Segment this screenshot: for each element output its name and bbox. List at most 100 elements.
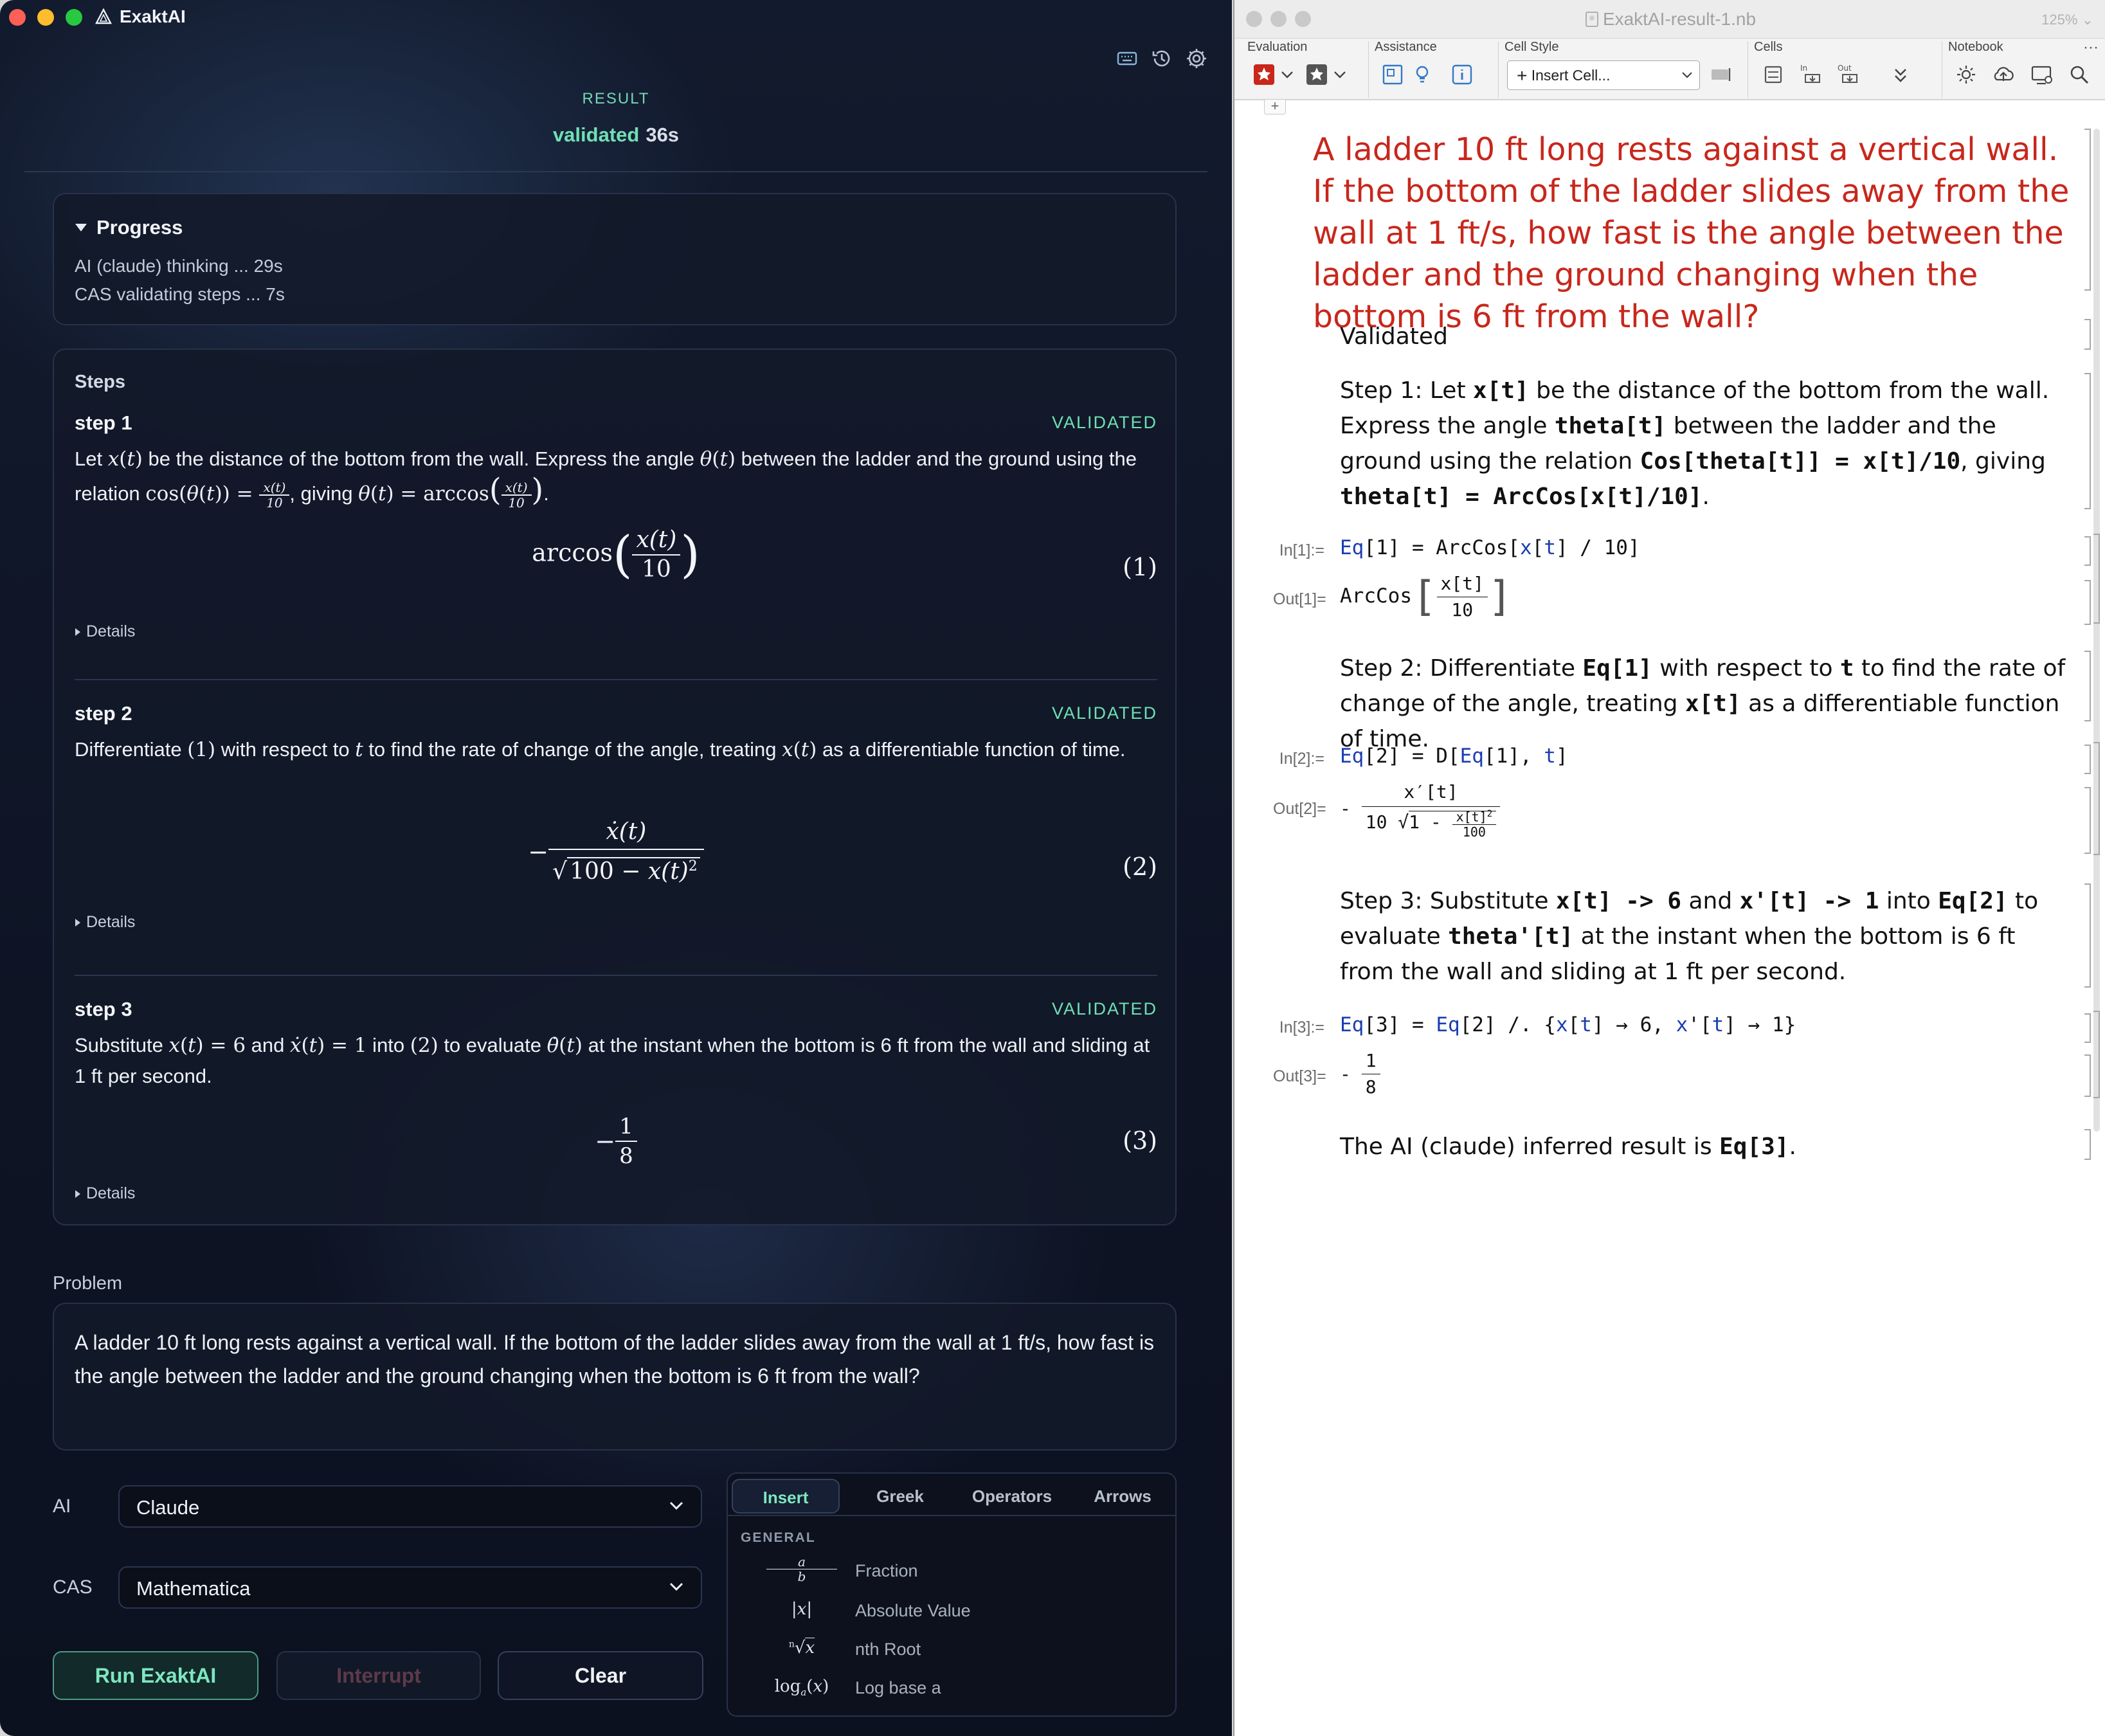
minimize-window-button[interactable]	[37, 9, 54, 26]
progress-line-ai: AI (claude) thinking ... 29s	[75, 256, 283, 276]
tabs-divider	[728, 1515, 1175, 1516]
keyboard-icon[interactable]	[1115, 46, 1139, 71]
interrupt-button[interactable]: Interrupt	[276, 1651, 481, 1700]
input-cell-1[interactable]: Eq[1] = ArcCos[x[t] / 10]	[1340, 536, 1640, 559]
details-label: Details	[86, 1184, 136, 1202]
chevron-down-icon	[669, 1501, 683, 1510]
cas-select[interactable]: Mathematica	[118, 1566, 702, 1609]
cell-bracket[interactable]	[2084, 1054, 2091, 1097]
step-description: Substitute x(t) = 6 and ẋ(t) = 1 into (2…	[75, 1034, 1150, 1087]
chevron-down-icon[interactable]	[1279, 62, 1295, 87]
cell-bracket[interactable]	[2084, 536, 2091, 566]
palette-item-fraction[interactable]: ab Fraction	[728, 1553, 1175, 1592]
palette-item-log-base[interactable]: loga(x) Log base a	[728, 1670, 1175, 1709]
input-cell-3[interactable]: Eq[3] = Eq[2] /. {x[t] → 6, x'[t] → 1}	[1340, 1013, 1796, 1036]
elapsed-time: 36s	[646, 123, 680, 146]
chevron-down-icon[interactable]	[1332, 62, 1348, 87]
cell-bracket[interactable]	[2084, 651, 2091, 721]
more-icon[interactable]: ···	[2083, 39, 2099, 57]
step-3-text-cell[interactable]: Step 3: Substitute x[t] -> 6 and x'[t] -…	[1340, 883, 2066, 990]
group-bracket[interactable]	[2093, 1011, 2100, 1098]
ai-select-value: Claude	[136, 1496, 200, 1519]
zoom-window-button[interactable]	[66, 9, 82, 26]
gear-icon[interactable]	[1184, 46, 1209, 71]
palette-item-label: Absolute Value	[855, 1601, 971, 1620]
cell-bracket[interactable]	[2084, 745, 2091, 774]
present-icon[interactable]	[2029, 62, 2055, 87]
cell-bracket[interactable]	[2084, 129, 2091, 291]
tab-arrows[interactable]: Arrows	[1072, 1479, 1173, 1514]
details-toggle[interactable]: Details	[75, 1184, 135, 1203]
output-cell-2: - x′[t] 10 √1 - x[t]2 100	[1340, 778, 1501, 839]
details-toggle[interactable]: Details	[75, 913, 135, 932]
input-cell-2[interactable]: Eq[2] = D[Eq[1], t]	[1340, 745, 1568, 768]
group-bracket[interactable]	[2093, 534, 2100, 624]
clear-button[interactable]: Clear	[498, 1651, 703, 1700]
cell-bracket[interactable]	[2084, 1013, 2091, 1043]
cell-bracket[interactable]	[2084, 319, 2091, 350]
evaluate-icon[interactable]	[1251, 62, 1277, 87]
conclusion-text: The AI (claude) inferred result is	[1340, 1134, 1712, 1160]
vertical-scrollbar[interactable]	[2093, 129, 2100, 1132]
cell-style-select[interactable]: + Insert Cell...	[1507, 60, 1700, 90]
title-cell[interactable]: A ladder 10 ft long rests against a vert…	[1313, 129, 2084, 338]
problem-label: Problem	[53, 1273, 122, 1294]
divider	[24, 171, 1207, 172]
cell-bracket[interactable]	[2084, 580, 2091, 625]
absolute-value-icon: |x|	[791, 1600, 813, 1619]
validated-badge: VALIDATED	[1051, 999, 1157, 1018]
cell-bracket[interactable]	[2084, 1129, 2091, 1160]
details-toggle[interactable]: Details	[75, 622, 135, 641]
assistant-panel-icon[interactable]	[1380, 62, 1405, 87]
cell-bracket[interactable]	[2084, 787, 2091, 854]
validated-badge: VALIDATED	[1051, 703, 1157, 723]
validated-cell[interactable]: Validated	[1340, 319, 2066, 354]
status-text: validated	[552, 123, 640, 146]
step-description: Let x(t) be the distance of the bottom f…	[75, 448, 1137, 511]
lightbulb-icon[interactable]	[1408, 62, 1434, 87]
logo-icon	[95, 8, 112, 24]
ai-select[interactable]: Claude	[118, 1485, 702, 1528]
history-icon[interactable]	[1150, 46, 1174, 71]
tab-insert[interactable]: Insert	[732, 1479, 840, 1514]
cell-group-icon[interactable]	[1760, 62, 1786, 87]
run-button[interactable]: Run ExaktAI	[53, 1651, 258, 1700]
equation-1: arccos(x(t) 10)	[532, 526, 700, 584]
double-chevron-down-icon[interactable]	[1888, 62, 1913, 87]
details-label: Details	[86, 913, 136, 931]
close-window-button[interactable]	[9, 9, 26, 26]
search-icon[interactable]	[2066, 62, 2092, 87]
conclusion-cell[interactable]: The AI (claude) inferred result is Eq[3]…	[1340, 1129, 2066, 1164]
cell-format-icon[interactable]	[1708, 62, 1733, 87]
svg-text:In: In	[1800, 64, 1807, 73]
problem-text[interactable]: A ladder 10 ft long rests against a vert…	[75, 1326, 1161, 1393]
insert-output-cell-icon[interactable]: Out	[1836, 62, 1862, 87]
document-icon	[1585, 12, 1598, 27]
tab-greek[interactable]: Greek	[849, 1479, 952, 1514]
palette-item-nth-root[interactable]: n√x nth Root	[728, 1632, 1175, 1670]
step-1-text-cell[interactable]: Step 1: Let x[t] be the distance of the …	[1340, 373, 2066, 514]
equation-number: (2)	[1123, 853, 1157, 881]
add-cell-button[interactable]: +	[1264, 99, 1286, 114]
palette-item-absolute-value[interactable]: |x| Absolute Value	[728, 1593, 1175, 1632]
result-label: RESULT	[582, 90, 650, 107]
group-bracket[interactable]	[2093, 742, 2100, 855]
cell-bracket[interactable]	[2084, 373, 2091, 509]
input-label: In[2]:=	[1279, 750, 1324, 768]
abort-evaluation-icon[interactable]	[1304, 62, 1330, 87]
step-separator	[75, 975, 1157, 976]
theme-icon[interactable]	[1953, 62, 1979, 87]
cloud-upload-icon[interactable]	[1991, 62, 2016, 87]
zoom-level[interactable]: 125% ⌄	[2041, 12, 2093, 28]
tab-operators[interactable]: Operators	[954, 1479, 1070, 1514]
result-status: validated 36s	[0, 123, 1232, 147]
info-icon[interactable]	[1449, 62, 1475, 87]
problem-input[interactable]: A ladder 10 ft long rests against a vert…	[53, 1303, 1177, 1451]
progress-toggle[interactable]: Progress	[75, 216, 183, 239]
cell-bracket[interactable]	[2084, 883, 2091, 988]
step-2-text-cell[interactable]: Step 2: Differentiate Eq[1] with respect…	[1340, 651, 2066, 757]
toolbar-separator	[1498, 41, 1499, 98]
details-label: Details	[86, 622, 136, 640]
insert-input-cell-icon[interactable]: In	[1799, 62, 1825, 87]
notebook-title-text: ExaktAI-result-1.nb	[1602, 9, 1757, 29]
